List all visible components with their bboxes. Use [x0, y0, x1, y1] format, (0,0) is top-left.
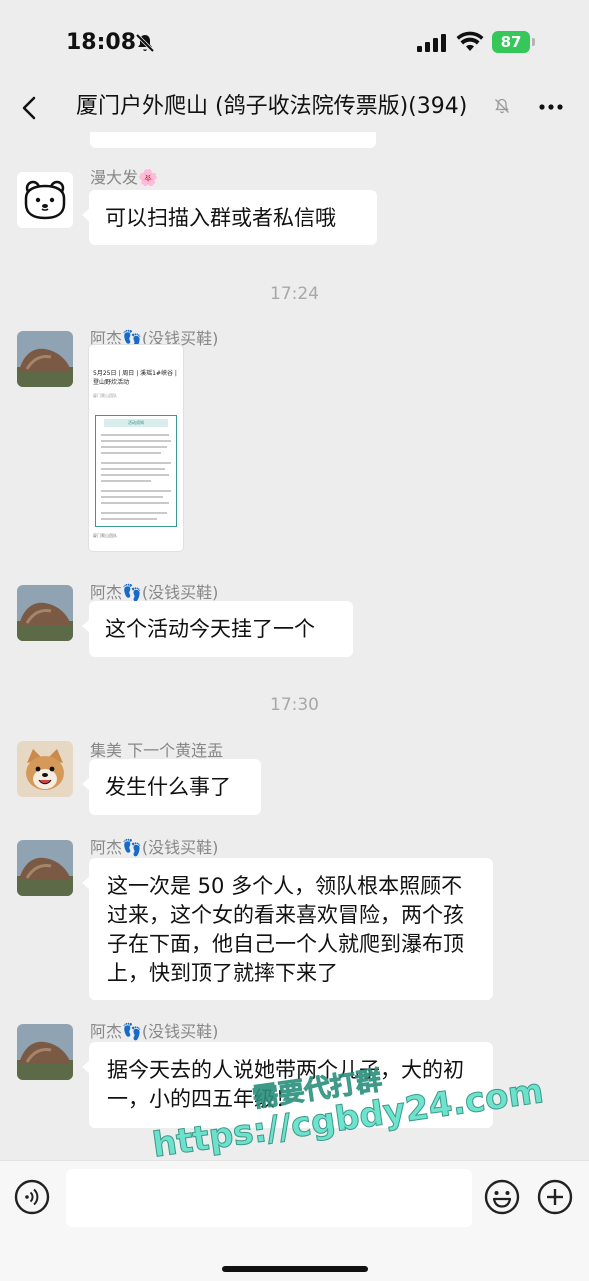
bear-avatar-icon	[17, 172, 73, 228]
message-text-input[interactable]	[66, 1169, 472, 1227]
avatar[interactable]	[17, 331, 73, 387]
message-bubble[interactable]: 可以扫描入群或者私信哦	[82, 190, 377, 245]
poster-text-line	[101, 490, 171, 492]
sender-name: 阿杰👣(没钱买鞋)	[90, 838, 219, 857]
poster-text-line	[101, 496, 163, 498]
rock-photo-avatar-icon	[17, 585, 73, 641]
timestamp-divider: 17:24	[270, 284, 319, 304]
cellular-signal-icon	[417, 34, 446, 52]
back-arrow-icon[interactable]	[18, 94, 42, 122]
chat-message-list[interactable]: 漫大发🌸 可以扫描入群或者私信哦 17:24 阿杰👣(没钱买鞋) 5月25日 |…	[0, 132, 589, 1160]
sender-name: 阿杰👣(没钱买鞋)	[90, 1022, 219, 1041]
avatar[interactable]	[17, 1024, 73, 1080]
more-options-icon[interactable]	[538, 96, 564, 118]
sender-name: 集美 下一个黄连盂	[90, 741, 224, 760]
poster-notice-box: 活动须知	[95, 415, 177, 527]
mute-bell-icon	[495, 98, 509, 114]
poster-text-line	[101, 446, 167, 448]
poster-text-line	[101, 512, 167, 514]
poster-text-line	[101, 434, 169, 436]
poster-text-line	[101, 474, 169, 476]
poster-notice-heading: 活动须知	[104, 419, 168, 427]
message-bubble[interactable]: 这一次是 50 多个人，领队根本照顾不过来，这个女的看来喜欢冒险，两个孩子在下面…	[82, 858, 493, 1000]
poster-text-line	[101, 440, 171, 442]
timestamp-divider: 17:30	[270, 695, 319, 715]
shared-image-poster[interactable]: 5月25日 | 周日 | 溪瑶1#峡谷 | 登山野炊活动 厦门爬山团队 活动须知…	[89, 345, 183, 551]
poster-title: 5月25日 | 周日 | 溪瑶1#峡谷 | 登山野炊活动	[93, 370, 177, 386]
message-bubble[interactable]: 发生什么事了	[82, 759, 261, 815]
avatar[interactable]	[17, 585, 73, 641]
status-time: 18:08	[66, 30, 137, 55]
poster-text-line	[101, 502, 169, 504]
message-bubble[interactable]: 这个活动今天挂了一个	[82, 601, 353, 657]
battery-indicator: 87	[492, 31, 536, 53]
poster-text-line	[101, 468, 165, 470]
shiba-dog-avatar-icon	[17, 741, 73, 797]
sender-name: 漫大发🌸	[90, 168, 158, 187]
avatar[interactable]	[17, 172, 73, 228]
poster-text-line	[101, 518, 157, 520]
battery-level: 87	[492, 31, 530, 53]
home-indicator	[222, 1266, 368, 1272]
battery-tip	[532, 38, 535, 46]
poster-organizer: 厦门爬山团队	[93, 393, 117, 398]
wifi-icon	[456, 31, 484, 51]
chat-header: 厦门户外爬山 (鸽子收法院传票版)(394)	[0, 86, 589, 132]
rock-photo-avatar-icon	[17, 331, 73, 387]
emoji-icon[interactable]	[484, 1179, 520, 1215]
bell-mute-icon	[135, 33, 155, 53]
chat-title: 厦门户外爬山 (鸽子收法院传票版)(394)	[76, 94, 468, 119]
message-input-bar	[0, 1160, 589, 1281]
poster-text-line	[101, 452, 161, 454]
poster-footer: 厦门爬山团队	[93, 533, 117, 538]
previous-message-bubble	[90, 132, 376, 148]
status-bar: 18:08 87	[0, 0, 589, 86]
rock-photo-avatar-icon	[17, 840, 73, 896]
poster-text-line	[101, 480, 151, 482]
voice-input-icon[interactable]	[14, 1179, 50, 1215]
sender-name: 阿杰👣(没钱买鞋)	[90, 583, 219, 602]
rock-photo-avatar-icon	[17, 1024, 73, 1080]
avatar[interactable]	[17, 840, 73, 896]
poster-text-line	[101, 462, 171, 464]
avatar[interactable]	[17, 741, 73, 797]
plus-more-icon[interactable]	[537, 1179, 573, 1215]
